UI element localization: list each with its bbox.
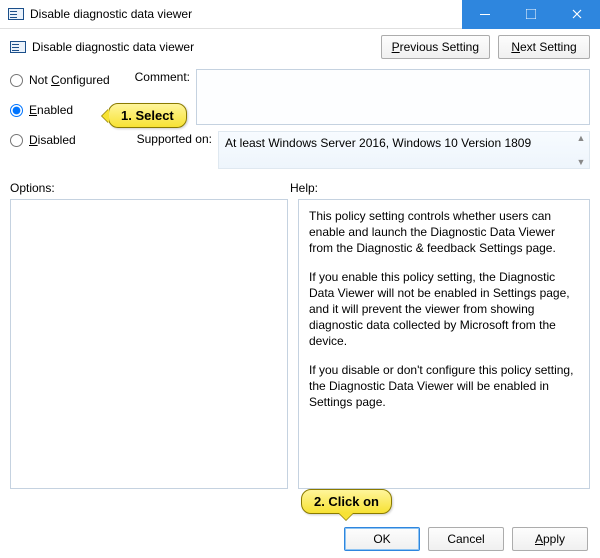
supported-label: Supported on: <box>130 131 212 169</box>
cancel-button[interactable]: Cancel <box>428 527 504 551</box>
dis-post: isabled <box>38 133 76 147</box>
radio-disabled-label: Disabled <box>29 133 76 147</box>
en-post: nabled <box>37 103 73 117</box>
next-btn-u: N <box>511 40 520 54</box>
apply-button[interactable]: Apply <box>512 527 588 551</box>
radio-disabled[interactable] <box>10 134 23 147</box>
prev-btn-post: revious Setting <box>400 40 479 54</box>
previous-setting-button[interactable]: Previous Setting <box>381 35 490 59</box>
next-btn-post: ext Setting <box>520 40 577 54</box>
header-row: Disable diagnostic data viewer Previous … <box>10 35 590 59</box>
dialog-footer: OK Cancel Apply <box>0 520 600 558</box>
comment-field[interactable] <box>196 69 590 125</box>
supported-field: At least Windows Server 2016, Windows 10… <box>218 131 590 169</box>
next-setting-button[interactable]: Next Setting <box>498 35 590 59</box>
chevron-down-icon[interactable]: ▼ <box>576 158 586 166</box>
nc-pre: Not <box>29 73 51 87</box>
help-p2: If you enable this policy setting, the D… <box>309 269 579 350</box>
radio-not-configured[interactable] <box>10 74 23 87</box>
radio-enabled-label: Enabled <box>29 103 73 117</box>
ok-button[interactable]: OK <box>344 527 420 551</box>
callout-click-on: 2. Click on <box>301 489 392 514</box>
app-icon <box>8 6 24 22</box>
radio-disabled-row[interactable]: Disabled <box>10 133 122 147</box>
minimize-button[interactable] <box>462 0 508 29</box>
help-label: Help: <box>290 181 590 195</box>
title-bar: Disable diagnostic data viewer <box>0 0 600 29</box>
nc-post: onfigured <box>60 73 110 87</box>
en-u: E <box>29 103 37 117</box>
radio-not-configured-row[interactable]: Not Configured <box>10 73 122 87</box>
dis-u: D <box>29 133 38 147</box>
ok-label: OK <box>373 532 390 546</box>
options-pane <box>10 199 288 489</box>
radio-not-configured-label: Not Configured <box>29 73 110 87</box>
options-label: Options: <box>10 181 290 195</box>
window-title: Disable diagnostic data viewer <box>30 7 192 21</box>
apply-u: A <box>535 532 543 546</box>
policy-icon <box>10 39 26 55</box>
help-p1: This policy setting controls whether use… <box>309 208 579 257</box>
apply-post: pply <box>543 532 565 546</box>
policy-title: Disable diagnostic data viewer <box>32 40 194 54</box>
cancel-label: Cancel <box>447 532 484 546</box>
close-button[interactable] <box>554 0 600 29</box>
supported-value: At least Windows Server 2016, Windows 10… <box>225 136 531 150</box>
callout-select: 1. Select <box>108 103 187 128</box>
prev-btn-u: P <box>392 40 400 54</box>
nc-u: C <box>51 73 60 87</box>
chevron-up-icon[interactable]: ▲ <box>576 134 586 142</box>
radio-enabled[interactable] <box>10 104 23 117</box>
help-pane: This policy setting controls whether use… <box>298 199 590 489</box>
help-p3: If you disable or don't configure this p… <box>309 362 579 411</box>
policy-title-row: Disable diagnostic data viewer <box>10 39 373 55</box>
maximize-button[interactable] <box>508 0 554 29</box>
